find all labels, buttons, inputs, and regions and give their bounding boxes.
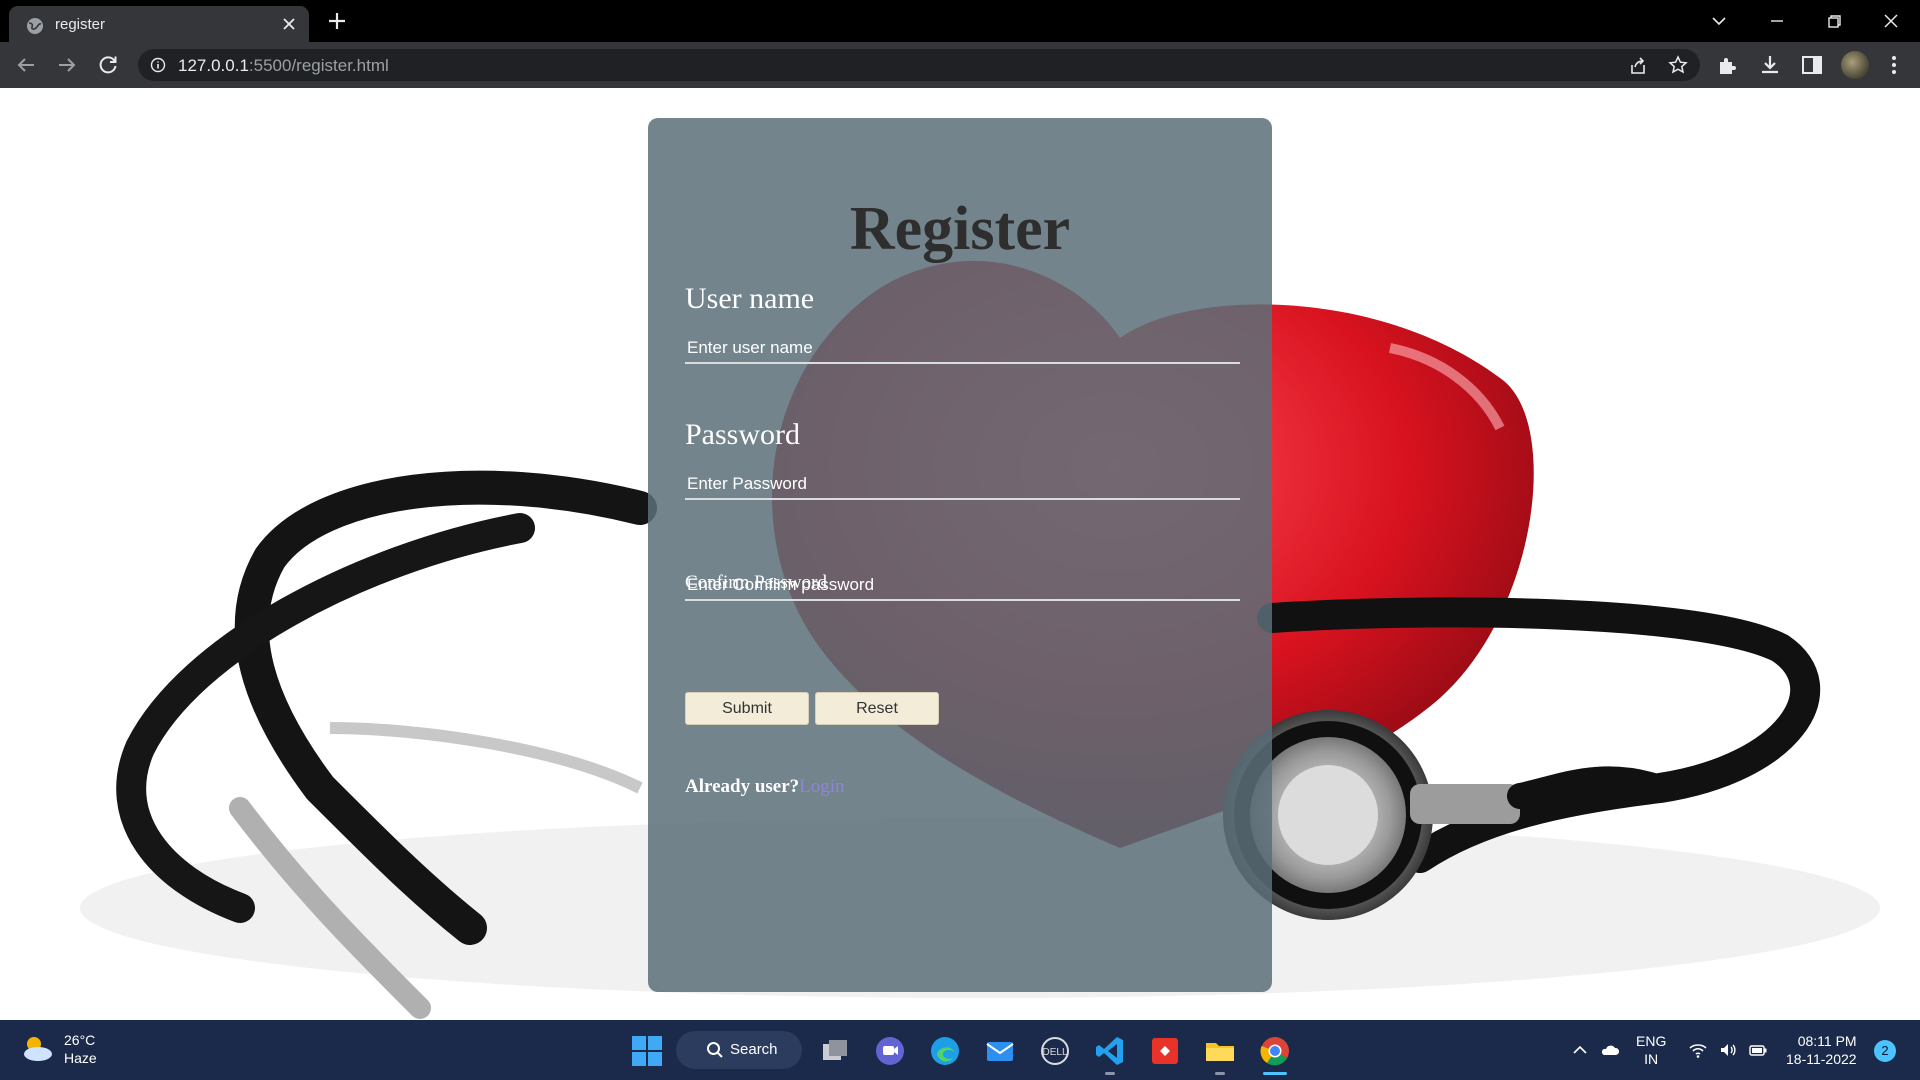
weather-temp: 26°C <box>64 1032 96 1048</box>
login-link[interactable]: Login <box>799 776 844 797</box>
volume-icon[interactable] <box>1718 1040 1738 1060</box>
taskbar: 26°C Haze Search DELL ENG IN 08:11 PM 18… <box>0 1020 1920 1080</box>
tray-chevron-up-icon[interactable] <box>1570 1040 1590 1060</box>
menu-kebab-icon[interactable] <box>1882 53 1906 77</box>
back-arrow-icon[interactable] <box>14 53 38 77</box>
forward-arrow-icon[interactable] <box>55 53 79 77</box>
onedrive-cloud-icon[interactable] <box>1600 1040 1620 1060</box>
chrome-icon[interactable] <box>1258 1034 1292 1068</box>
svg-text:DELL: DELL <box>1042 1047 1067 1058</box>
bookmark-star-icon[interactable] <box>1668 55 1688 75</box>
browser-tabstrip: register <box>0 0 1920 42</box>
close-window-icon[interactable] <box>1878 8 1904 34</box>
address-bar[interactable]: 127.0.0.1:5500/register.html <box>138 49 1700 81</box>
lang-code: ENG <box>1636 1033 1667 1049</box>
tab-title: register <box>55 16 106 33</box>
page-viewport: Register User name Password Confirm Pass… <box>0 88 1920 1020</box>
minimize-icon[interactable] <box>1764 8 1790 34</box>
lang-region: IN <box>1644 1051 1659 1067</box>
chrome-active-indicator <box>1263 1072 1287 1075</box>
share-icon[interactable] <box>1628 56 1648 76</box>
dell-app-icon[interactable]: DELL <box>1038 1034 1072 1068</box>
browser-tab[interactable]: register <box>9 6 309 42</box>
password-input[interactable] <box>685 470 1240 500</box>
edge-browser-icon[interactable] <box>928 1034 962 1068</box>
weather-haze-icon <box>24 1037 52 1061</box>
confirm-password-input[interactable] <box>685 571 1240 601</box>
notification-badge[interactable]: 2 <box>1874 1040 1896 1062</box>
side-panel-icon[interactable] <box>1800 53 1824 77</box>
anydesk-icon[interactable] <box>1148 1034 1182 1068</box>
mail-icon[interactable] <box>983 1034 1017 1068</box>
extensions-puzzle-icon[interactable] <box>1716 53 1740 77</box>
tab-search-chevron-icon[interactable] <box>1706 8 1732 34</box>
url-host: 127.0.0.1 <box>178 56 249 75</box>
weather-widget[interactable]: 26°C Haze <box>20 1030 140 1070</box>
clock-time: 08:11 PM <box>1797 1033 1857 1049</box>
explorer-running-indicator <box>1215 1072 1225 1075</box>
reload-icon[interactable] <box>96 53 120 77</box>
site-info-icon[interactable] <box>150 57 166 73</box>
username-label: User name <box>685 282 815 315</box>
teams-chat-icon[interactable] <box>873 1034 907 1068</box>
url-text: 127.0.0.1:5500/register.html <box>178 56 389 76</box>
browser-toolbar: 127.0.0.1:5500/register.html <box>0 42 1920 88</box>
globe-icon <box>27 18 43 34</box>
already-user-line: Already user?Login <box>685 776 845 798</box>
restore-icon[interactable] <box>1821 8 1847 34</box>
battery-icon[interactable] <box>1748 1040 1768 1060</box>
register-card: Register User name Password Confirm Pass… <box>648 118 1272 992</box>
page-title: Register <box>849 195 1071 263</box>
clock-date: 18-11-2022 <box>1786 1051 1857 1067</box>
windows-start-icon[interactable] <box>630 1034 664 1068</box>
already-user-text: Already user? <box>685 776 800 797</box>
username-input[interactable] <box>685 334 1240 364</box>
url-path: :5500/register.html <box>248 56 389 75</box>
password-label: Password <box>685 418 801 451</box>
download-icon[interactable] <box>1758 53 1782 77</box>
task-view-icon[interactable] <box>818 1034 852 1068</box>
file-explorer-icon[interactable] <box>1203 1034 1237 1068</box>
vscode-running-indicator <box>1105 1072 1115 1075</box>
submit-button[interactable]: Submit <box>685 692 809 725</box>
new-tab-icon[interactable] <box>326 10 348 32</box>
language-indicator[interactable]: ENG IN <box>1636 1032 1666 1068</box>
taskbar-search[interactable]: Search <box>676 1031 802 1069</box>
vscode-icon[interactable] <box>1093 1034 1127 1068</box>
system-clock[interactable]: 08:11 PM 18-11-2022 <box>1786 1032 1857 1068</box>
profile-avatar[interactable] <box>1841 51 1869 79</box>
search-icon <box>707 1042 723 1058</box>
wifi-icon[interactable] <box>1688 1040 1708 1060</box>
reset-button[interactable]: Reset <box>815 692 939 725</box>
weather-condition: Haze <box>64 1050 97 1066</box>
search-label: Search <box>730 1041 778 1058</box>
close-tab-icon[interactable] <box>281 16 297 32</box>
